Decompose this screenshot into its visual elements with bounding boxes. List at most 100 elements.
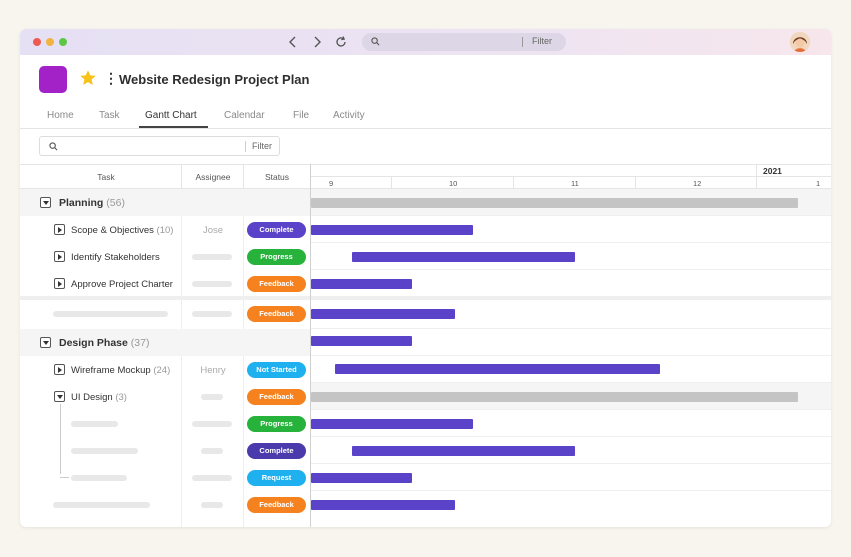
- status-badge[interactable]: Feedback: [247, 276, 306, 292]
- expand-toggle[interactable]: [54, 224, 65, 235]
- timeline-tick: [513, 176, 514, 189]
- gantt-row: [311, 356, 831, 383]
- status-badge[interactable]: Complete: [247, 443, 306, 459]
- user-avatar[interactable]: [790, 32, 810, 52]
- tab-activity[interactable]: Activity: [333, 110, 365, 121]
- tab-calendar[interactable]: Calendar: [224, 110, 265, 121]
- task-name-placeholder: [71, 421, 118, 427]
- task-row[interactable]: Scope & Objectives (10) Jose Complete: [20, 216, 310, 243]
- status-badge[interactable]: Feedback: [247, 306, 306, 322]
- subtask-row[interactable]: Request: [20, 464, 310, 491]
- tab-gantt-chart[interactable]: Gantt Chart: [145, 110, 197, 121]
- timeline-header-divider: [311, 176, 831, 177]
- task-name-placeholder: [71, 475, 127, 481]
- task-bar[interactable]: [352, 446, 575, 456]
- status-badge[interactable]: Not Started: [247, 362, 306, 378]
- gantt-row: [311, 329, 831, 356]
- task-bar[interactable]: [311, 419, 473, 429]
- gantt-row: [311, 300, 831, 329]
- status-badge[interactable]: Progress: [247, 249, 306, 265]
- task-name-placeholder: [53, 311, 168, 317]
- tab-file[interactable]: File: [293, 110, 309, 121]
- expand-toggle[interactable]: [54, 251, 65, 262]
- filter-button[interactable]: Filter: [252, 141, 272, 151]
- task-bar[interactable]: [335, 364, 660, 374]
- caret-down-icon: [42, 200, 49, 205]
- star-icon[interactable]: [79, 69, 97, 87]
- timeline-tick: [391, 176, 392, 189]
- assignee-name: Jose: [202, 225, 224, 236]
- assignee-column-header[interactable]: Assignee: [182, 172, 244, 182]
- status-badge[interactable]: Progress: [247, 416, 306, 432]
- status-badge[interactable]: Feedback: [247, 389, 306, 405]
- tab-home[interactable]: Home: [47, 110, 74, 121]
- assignee-placeholder: [192, 421, 232, 427]
- task-row[interactable]: Feedback: [20, 491, 310, 518]
- collapse-toggle[interactable]: [40, 197, 51, 208]
- gantt-row: [311, 243, 831, 270]
- assignee-placeholder: [192, 311, 232, 317]
- collapse-toggle[interactable]: [40, 337, 51, 348]
- search-icon: [371, 37, 380, 46]
- more-options-icon[interactable]: ⋮: [104, 71, 118, 87]
- group-row-design-phase[interactable]: Design Phase (37): [20, 329, 310, 356]
- group-row-planning[interactable]: Planning (56): [20, 189, 310, 216]
- task-bar[interactable]: [311, 225, 473, 235]
- task-row[interactable]: Approve Project Charter Feedback: [20, 270, 310, 297]
- gantt-row: [311, 437, 831, 464]
- task-bar[interactable]: [311, 500, 455, 510]
- subtask-row[interactable]: Complete: [20, 437, 310, 464]
- task-bar[interactable]: [352, 252, 575, 262]
- tab-task[interactable]: Task: [99, 110, 120, 121]
- chevron-left-icon[interactable]: [284, 33, 302, 51]
- gantt-row: [311, 189, 831, 216]
- page-title: Website Redesign Project Plan: [119, 72, 310, 87]
- caret-right-icon: [57, 366, 62, 373]
- close-window-button[interactable]: [33, 38, 41, 46]
- status-column-header[interactable]: Status: [244, 172, 310, 182]
- task-row[interactable]: Feedback: [20, 300, 310, 327]
- timeline-tick: [635, 176, 636, 189]
- timeline-date: 1: [816, 179, 821, 188]
- task-bar[interactable]: [311, 473, 412, 483]
- task-row[interactable]: Identify Stakeholders Progress: [20, 243, 310, 270]
- task-column-header[interactable]: Task: [20, 172, 192, 182]
- status-badge[interactable]: Feedback: [247, 497, 306, 513]
- filter-input[interactable]: Filter: [39, 136, 280, 156]
- group-count: (37): [130, 337, 150, 349]
- task-row[interactable]: Wireframe Mockup (24) Henry Not Started: [20, 356, 310, 383]
- task-name: Identify Stakeholders: [71, 252, 160, 263]
- summary-bar[interactable]: [311, 392, 798, 402]
- assignee-placeholder: [192, 254, 232, 260]
- gantt-row: [311, 383, 831, 410]
- task-bar[interactable]: [311, 309, 455, 319]
- project-icon: [39, 66, 67, 93]
- assignee-placeholder: [192, 475, 232, 481]
- chevron-right-icon[interactable]: [308, 33, 326, 51]
- expand-toggle[interactable]: [54, 278, 65, 289]
- status-badge[interactable]: Complete: [247, 222, 306, 238]
- maximize-window-button[interactable]: [59, 38, 67, 46]
- status-badge[interactable]: Request: [247, 470, 306, 486]
- reload-icon[interactable]: [332, 33, 350, 51]
- task-bar[interactable]: [311, 279, 412, 289]
- app-window: Filter ⋮ Website Redesign Project Plan H…: [20, 29, 831, 527]
- task-row[interactable]: UI Design (3) Feedback: [20, 383, 310, 410]
- subtask-row[interactable]: Progress: [20, 410, 310, 437]
- collapse-toggle[interactable]: [54, 391, 65, 402]
- summary-bar[interactable]: [311, 198, 798, 208]
- url-filter-label: Filter: [532, 36, 552, 46]
- url-bar[interactable]: Filter: [362, 33, 566, 51]
- assignee-placeholder: [192, 281, 232, 287]
- assignee-name: Henry: [200, 365, 226, 376]
- task-bar[interactable]: [311, 336, 412, 346]
- expand-toggle[interactable]: [54, 364, 65, 375]
- active-tab-indicator: [139, 126, 208, 128]
- timeline-date: 10: [449, 179, 458, 188]
- gantt-row: [311, 410, 831, 437]
- minimize-window-button[interactable]: [46, 38, 54, 46]
- group-label: Design Phase (37): [59, 337, 150, 349]
- group-count: (56): [106, 197, 125, 209]
- caret-right-icon: [57, 280, 62, 287]
- gantt-row: [311, 216, 831, 243]
